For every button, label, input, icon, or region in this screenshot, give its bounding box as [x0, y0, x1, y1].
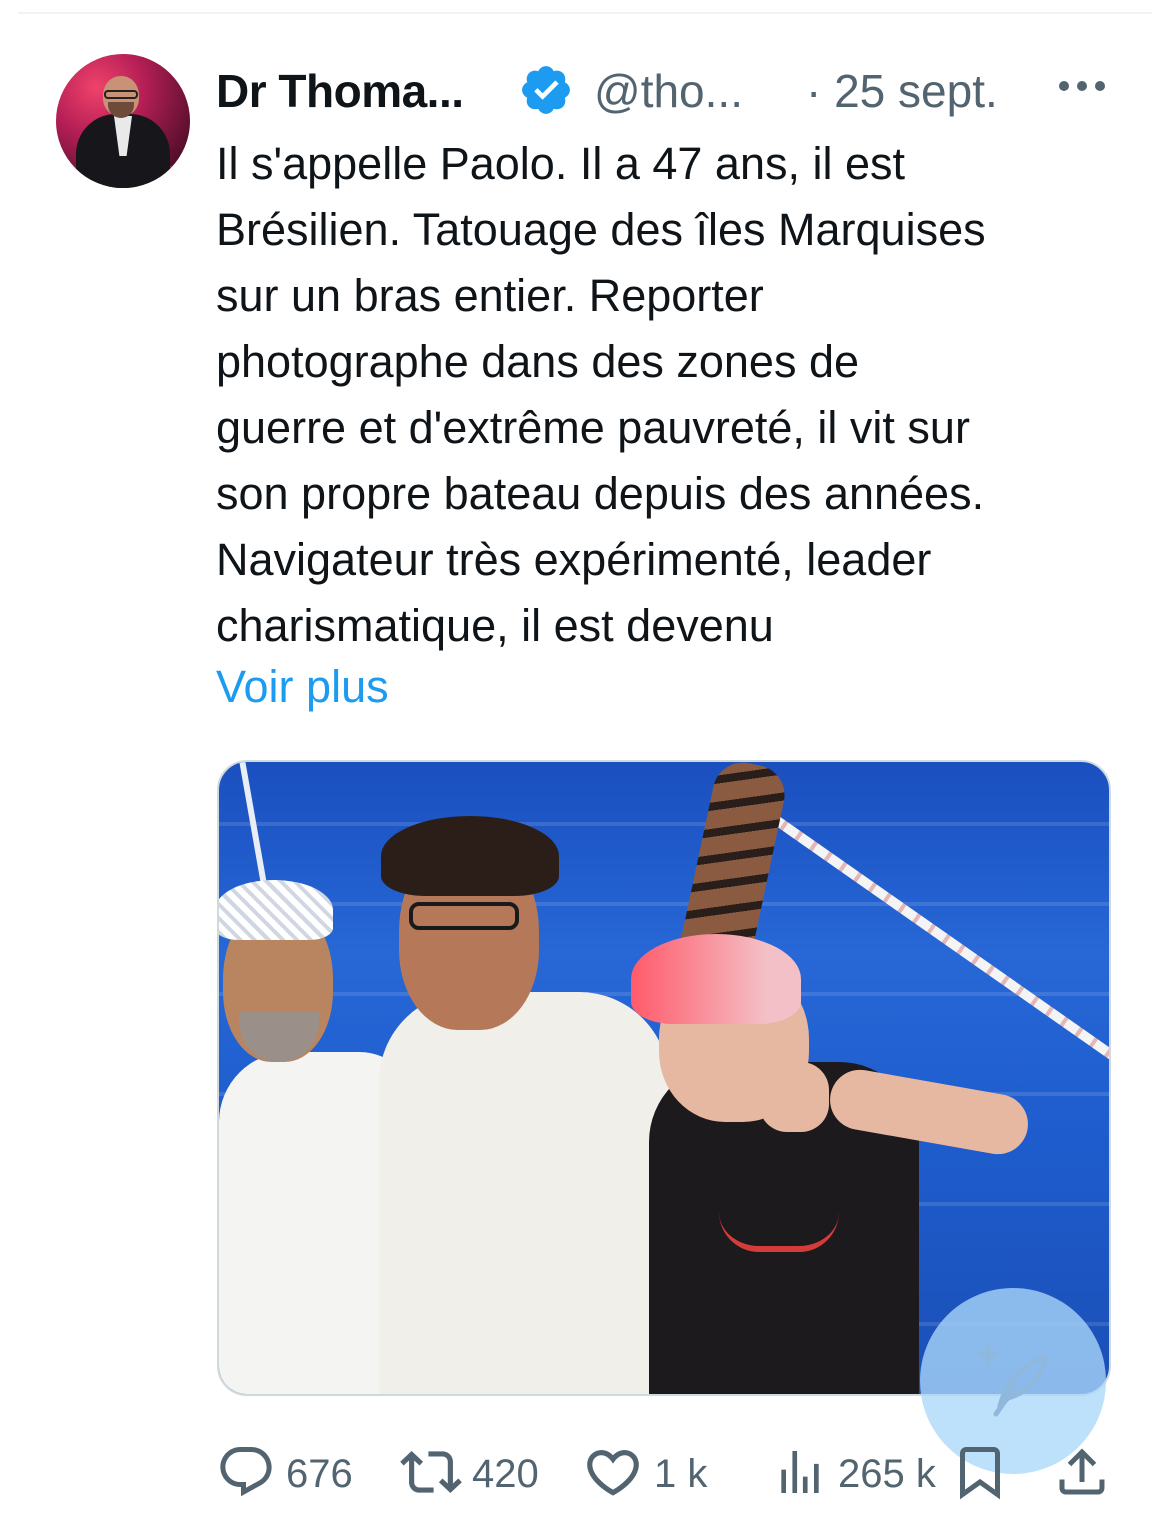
retweet-count: 420	[472, 1451, 539, 1496]
reply-bubble-icon	[216, 1442, 276, 1507]
bookmark-icon	[950, 1442, 1010, 1507]
heart-icon	[582, 1441, 644, 1508]
author-name[interactable]: Dr Thoma...	[216, 64, 464, 118]
reply-count: 676	[286, 1451, 353, 1496]
tweet-actions: 676 420 1 k 265 k	[216, 1438, 1116, 1510]
reply-button[interactable]: 676	[216, 1438, 353, 1510]
views-count: 265 k	[838, 1451, 936, 1496]
retweet-button[interactable]: 420	[400, 1438, 539, 1510]
share-icon	[1052, 1442, 1112, 1507]
tweet-text: Il s'appelle Paolo. Il a 47 ans, il est …	[216, 138, 986, 651]
like-count: 1 k	[654, 1451, 708, 1496]
tweet-date[interactable]: · 25 sept.	[806, 64, 998, 118]
author-handle[interactable]: @tho...	[594, 64, 743, 118]
top-divider	[18, 12, 1152, 14]
more-dots-icon[interactable]	[1056, 76, 1108, 96]
views-bars-icon	[772, 1444, 828, 1505]
compose-feather-icon	[977, 1343, 1049, 1417]
tweet-header: Dr Thoma... @tho... · 25 sept.	[216, 62, 1116, 118]
views-button[interactable]: 265 k	[772, 1438, 936, 1510]
share-button[interactable]	[1052, 1438, 1112, 1510]
see-more-link[interactable]: Voir plus	[216, 654, 389, 720]
author-avatar[interactable]	[56, 54, 190, 188]
verified-badge-icon[interactable]	[518, 62, 574, 118]
bookmark-button[interactable]	[950, 1438, 1010, 1510]
retweet-icon	[400, 1441, 462, 1508]
like-button[interactable]: 1 k	[582, 1438, 707, 1510]
